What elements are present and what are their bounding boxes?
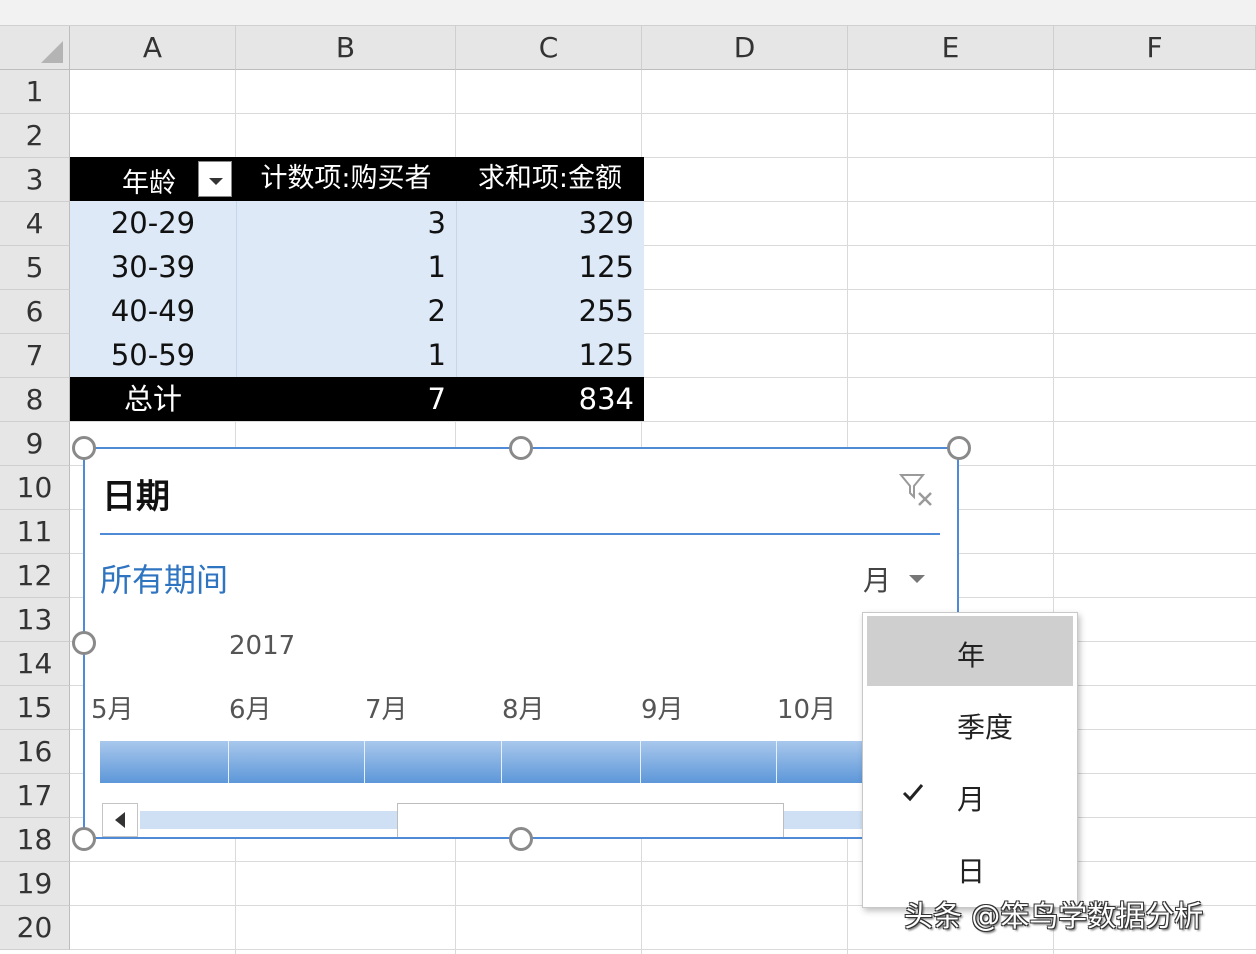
column-header-f[interactable]: F [1054, 26, 1256, 70]
pivot-cell-age[interactable]: 50-59 [70, 333, 236, 377]
resize-handle-top-left[interactable] [72, 436, 96, 460]
grid-row-line [70, 861, 1256, 862]
row-header-11[interactable]: 11 [0, 510, 70, 554]
scroll-thumb[interactable] [397, 803, 784, 837]
timeline-bar[interactable] [100, 741, 957, 783]
select-all-corner[interactable] [0, 26, 70, 70]
pivot-cell-count[interactable]: 1 [236, 333, 456, 377]
scroll-left-button[interactable] [102, 803, 138, 837]
row-header-4[interactable]: 4 [0, 202, 70, 246]
pivot-cell-count[interactable]: 3 [236, 201, 456, 245]
timeline-month-label: 9月 [641, 695, 684, 725]
column-header-b[interactable]: B [236, 26, 456, 70]
resize-handle-top-middle[interactable] [509, 436, 533, 460]
timeline-month-label: 10月 [777, 695, 837, 725]
watermark-text: 头条 @笨鸟学数据分析 [904, 899, 1204, 933]
pivot-header-sum: 求和项:金额 [456, 157, 644, 201]
row-header-18[interactable]: 18 [0, 818, 70, 862]
period-label: 所有期间 [100, 561, 229, 599]
level-menu-item-label: 日 [957, 855, 986, 888]
chevron-down-icon [909, 575, 925, 583]
row-header-3[interactable]: 3 [0, 158, 70, 202]
pivot-cell-age[interactable]: 20-29 [70, 201, 236, 245]
row-header-15[interactable]: 15 [0, 686, 70, 730]
slicer-divider [100, 533, 940, 535]
pivot-cell-sum[interactable]: 125 [456, 245, 644, 289]
timeline-year: 2017 [229, 631, 296, 661]
row-header-5[interactable]: 5 [0, 246, 70, 290]
timeline-slicer[interactable]: 日期 所有期间 月 2017 5月 6月 7月 8月 9月 10月 [83, 447, 959, 839]
timeline-month-label: 8月 [502, 695, 545, 725]
pivot-total-sum: 834 [456, 377, 644, 421]
pivot-total-count: 7 [236, 377, 456, 421]
timeline-period-segment[interactable] [641, 741, 777, 783]
timeline-period-segment[interactable] [502, 741, 641, 783]
row-header-13[interactable]: 13 [0, 598, 70, 642]
row-header-16[interactable]: 16 [0, 730, 70, 774]
resize-handle-top-right[interactable] [947, 436, 971, 460]
pivot-cell-sum[interactable]: 329 [456, 201, 644, 245]
timeline-period-segment[interactable] [229, 741, 365, 783]
row-header-12[interactable]: 12 [0, 554, 70, 598]
resize-handle-bottom-middle[interactable] [509, 827, 533, 851]
level-dropdown-menu: 年季度月日 [862, 612, 1078, 908]
level-menu-item[interactable]: 日 [867, 832, 1073, 902]
pivot-cell-age[interactable]: 30-39 [70, 245, 236, 289]
row-header-17[interactable]: 17 [0, 774, 70, 818]
filter-dropdown-button[interactable] [198, 161, 232, 197]
timeline-period-segment[interactable] [365, 741, 502, 783]
pivot-header-age-label: 年龄 [122, 168, 176, 199]
row-header-19[interactable]: 19 [0, 862, 70, 906]
timeline-month-label: 5月 [91, 695, 134, 725]
level-menu-item[interactable]: 年 [867, 616, 1073, 686]
resize-handle-bottom-left[interactable] [72, 827, 96, 851]
row-header-1[interactable]: 1 [0, 70, 70, 114]
timeline-month-label: 7月 [365, 695, 408, 725]
pivot-cell-sum[interactable]: 255 [456, 289, 644, 333]
level-menu-item-label: 季度 [957, 711, 1014, 744]
chevron-down-icon [209, 178, 223, 185]
row-header-6[interactable]: 6 [0, 290, 70, 334]
column-header-e[interactable]: E [848, 26, 1054, 70]
chevron-left-icon [115, 812, 125, 828]
level-menu-item[interactable]: 月 [867, 760, 1073, 830]
level-menu-item-label: 月 [957, 783, 986, 816]
pivot-total-label: 总计 [70, 377, 236, 421]
row-header-10[interactable]: 10 [0, 466, 70, 510]
checkmark-icon [901, 778, 925, 811]
level-menu-item-label: 年 [957, 639, 986, 672]
resize-handle-middle-left[interactable] [72, 631, 96, 655]
row-header-8[interactable]: 8 [0, 378, 70, 422]
pivot-header-count: 计数项:购买者 [236, 157, 456, 201]
row-header-2[interactable]: 2 [0, 114, 70, 158]
grid-row-line [70, 113, 1256, 114]
grid-row-line [70, 421, 1256, 422]
timeline-month-label: 6月 [229, 695, 272, 725]
row-header-20[interactable]: 20 [0, 906, 70, 950]
column-header-a[interactable]: A [70, 26, 236, 70]
column-header-c[interactable]: C [456, 26, 642, 70]
slicer-title: 日期 [102, 477, 170, 517]
row-header-9[interactable]: 9 [0, 422, 70, 466]
pivot-header-age: 年龄 [70, 157, 236, 201]
row-header-14[interactable]: 14 [0, 642, 70, 686]
pivot-cell-count[interactable]: 2 [236, 289, 456, 333]
grid-row-line [70, 949, 1256, 950]
level-selector-label: 月 [863, 564, 892, 597]
row-header-7[interactable]: 7 [0, 334, 70, 378]
filter-clear-icon[interactable] [897, 471, 937, 511]
pivot-cell-age[interactable]: 40-49 [70, 289, 236, 333]
timeline-period-segment[interactable] [100, 741, 229, 783]
pivot-cell-count[interactable]: 1 [236, 245, 456, 289]
column-header-d[interactable]: D [642, 26, 848, 70]
level-menu-item[interactable]: 季度 [867, 688, 1073, 758]
level-selector[interactable]: 月 [863, 559, 933, 599]
pivot-cell-sum[interactable]: 125 [456, 333, 644, 377]
formula-bar-area [0, 0, 1256, 26]
